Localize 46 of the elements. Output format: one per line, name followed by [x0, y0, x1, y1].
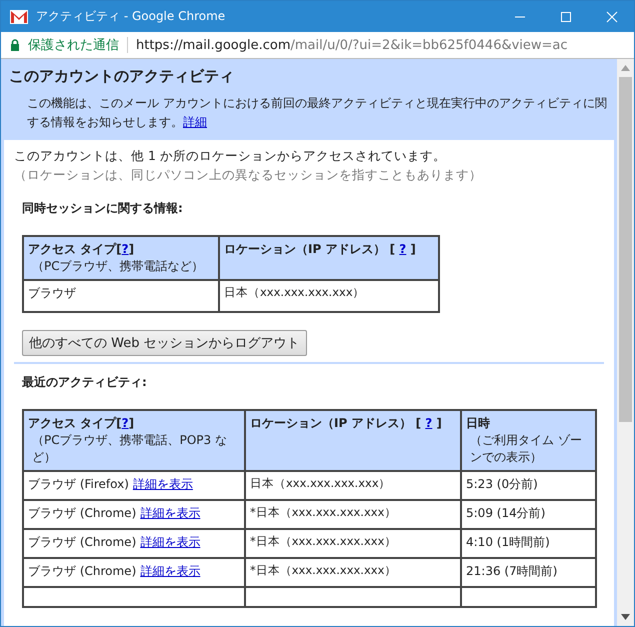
- scrollbar[interactable]: [617, 59, 634, 626]
- column-header: 日時 （ご利用タイム ゾーンでの表示）: [461, 410, 596, 471]
- scrollbar-thumb[interactable]: [619, 77, 632, 422]
- table-cell: ブラウザ (Chrome) 詳細を表示: [23, 529, 245, 558]
- secure-label: 保護された通信: [28, 37, 119, 54]
- logout-button[interactable]: 他のすべての Web セッションからログアウト: [22, 330, 307, 356]
- note-text: （ロケーションは、同じパソコン上の異なるセッションを指すこともあります）: [14, 167, 483, 184]
- table-cell: *日本（xxx.xxx.xxx.xxx）: [245, 529, 461, 558]
- table-cell: 日本（xxx.xxx.xxx.xxx）: [245, 471, 461, 500]
- table-cell: 5:09 (14分前): [461, 500, 596, 529]
- help-link[interactable]: ?: [122, 416, 129, 430]
- column-header: ロケーション（IP アドレス） [ ? ]: [219, 236, 439, 280]
- lock-icon: [10, 39, 20, 51]
- description-text: この機能は、このメール アカウントにおける前回の最終アクティビティと現在実行中のアクティビティに関する情報をお知らせします。詳細: [27, 95, 608, 131]
- table-cell: *日本（xxx.xxx.xxx.xxx）: [245, 500, 461, 529]
- table-cell: 5:23 (0分前): [461, 471, 596, 500]
- details-link[interactable]: 詳細を表示: [140, 564, 200, 578]
- help-link[interactable]: ?: [425, 416, 432, 430]
- close-icon[interactable]: [606, 10, 618, 22]
- details-link[interactable]: 詳細: [183, 115, 207, 129]
- maximize-icon[interactable]: [560, 10, 572, 22]
- envelope-icon: [10, 10, 28, 24]
- details-link[interactable]: 詳細を表示: [140, 535, 200, 549]
- table-cell: ブラウザ: [23, 280, 219, 312]
- table-cell: ブラウザ (Firefox) 詳細を表示: [23, 471, 245, 500]
- column-header: アクセス タイプ[?] （PCブラウザ、携帯電話など）: [23, 236, 219, 280]
- scroll-down-icon[interactable]: [621, 614, 630, 620]
- table-cell: ブラウザ (Chrome) 詳細を表示: [23, 558, 245, 587]
- window-title: アクティビティ - Google Chrome: [36, 8, 226, 25]
- section-heading: 同時セッションに関する情報:: [22, 200, 184, 217]
- details-link[interactable]: 詳細を表示: [132, 477, 193, 491]
- table-cell: 4:10 (1時間前): [461, 529, 596, 558]
- table-cell: 日本（xxx.xxx.xxx.xxx）: [219, 280, 439, 312]
- help-link[interactable]: ?: [399, 242, 406, 256]
- notice-text: このアカウントは、他 1 か所のロケーションからアクセスされています。: [14, 148, 447, 165]
- table-cell: ブラウザ (Chrome) 詳細を表示: [23, 500, 245, 529]
- column-header: ロケーション（IP アドレス） [ ? ]: [245, 410, 461, 471]
- table-cell: *日本（xxx.xxx.xxx.xxx）: [245, 558, 461, 587]
- column-header: アクセス タイプ[?] （PCブラウザ、携帯電話、POP3 など）: [23, 410, 245, 471]
- scroll-up-icon[interactable]: [621, 65, 630, 71]
- url-text: https://mail.google.com/mail/u/0/?ui=2&ik=bb625f0446&view=ac: [136, 38, 568, 52]
- help-link[interactable]: ?: [122, 242, 129, 256]
- section-heading: 最近のアクティビティ:: [22, 374, 148, 391]
- page-title: このアカウントのアクティビティ: [9, 67, 235, 86]
- table-cell: 21:36 (7時間前): [461, 558, 596, 587]
- details-link[interactable]: 詳細を表示: [140, 506, 200, 520]
